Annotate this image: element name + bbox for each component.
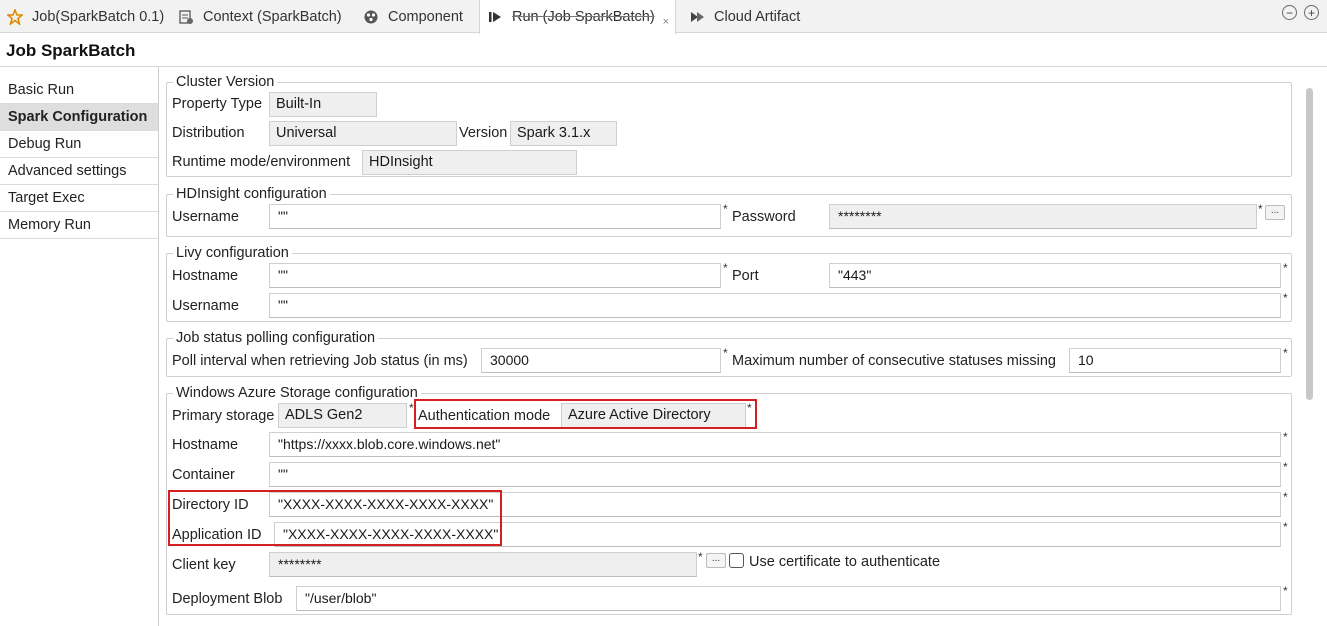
password-input[interactable]: ******** [829,204,1257,229]
tab-run[interactable]: Run (Job SparkBatch) × [479,0,676,34]
password-label: Password [732,209,796,225]
required-marker: * [1283,291,1288,305]
sidebar-item-spark-configuration[interactable]: Spark Configuration [0,104,158,131]
run-icon [486,8,504,26]
required-marker: * [409,401,414,415]
run-sidebar: Basic Run Spark Configuration Debug Run … [0,67,159,626]
deployment-blob-label: Deployment Blob [172,591,283,607]
group-legend: Livy configuration [176,245,289,261]
tab-cloud-artifact[interactable]: Cloud Artifact [682,0,822,33]
auth-mode-highlight [414,399,757,429]
component-icon [362,8,380,26]
required-marker: * [1283,430,1288,444]
port-label: Port [732,268,759,284]
required-marker: * [723,261,728,275]
property-type-select[interactable]: Built-In [269,92,377,117]
container-label: Container [172,467,235,483]
tab-label: Context (SparkBatch) [203,8,342,25]
livy-hostname-label: Hostname [172,268,239,284]
sidebar-item-target-exec[interactable]: Target Exec [0,185,158,212]
minimize-button[interactable]: − [1282,5,1297,20]
hdinsight-username-input[interactable]: "" [269,204,721,229]
required-marker: * [1283,490,1288,504]
livy-username-input[interactable]: "" [269,293,1281,318]
required-marker: * [723,202,728,216]
sidebar-item-advanced-settings[interactable]: Advanced settings [0,158,158,185]
context-icon [177,8,195,26]
hdinsight-username-label: Username [172,209,239,225]
max-missing-statuses-label: Maximum number of consecutive statuses m… [732,353,1056,369]
tab-label: Cloud Artifact [714,8,801,25]
deployment-blob-input[interactable]: "/user/blob" [296,586,1281,611]
group-legend: Cluster Version [176,74,275,90]
tab-label: Job(SparkBatch 0.1) [32,8,165,25]
page-title: Job SparkBatch [6,41,136,60]
required-marker: * [1283,261,1288,275]
client-key-edit-button[interactable]: ... [706,553,726,568]
use-certificate-label: Use certificate to authenticate [749,554,941,570]
client-key-input[interactable]: ******** [269,552,697,577]
distribution-label: Distribution [172,125,245,141]
runtime-select[interactable]: HDInsight [362,150,577,175]
required-marker: * [1258,202,1263,216]
max-missing-statuses-input[interactable]: 10 [1069,348,1281,373]
editor-tab-bar: Job(SparkBatch 0.1) Context (SparkBatch)… [0,0,1327,34]
livy-username-label: Username [172,298,239,314]
version-select[interactable]: Spark 3.1.x [510,121,617,146]
group-legend: Windows Azure Storage configuration [176,385,418,401]
required-marker: * [1283,520,1288,534]
group-legend: Job status polling configuration [176,330,376,346]
required-marker: * [698,550,703,564]
tab-label: Component [388,8,463,25]
version-label: Version [459,125,508,141]
sidebar-item-memory-run[interactable]: Memory Run [0,212,158,239]
poll-interval-input[interactable]: 30000 [481,348,721,373]
container-input[interactable]: "" [269,462,1281,487]
tab-label: Run (Job SparkBatch) [512,9,655,25]
property-type-label: Property Type [172,96,263,112]
required-marker: * [1283,584,1288,598]
port-input[interactable]: "443" [829,263,1281,288]
primary-storage-select[interactable]: ADLS Gen2 [278,403,407,428]
client-key-label: Client key [172,557,236,573]
use-certificate-checkbox[interactable] [729,553,744,568]
required-marker: * [1283,346,1288,360]
cloud-artifact-icon [688,8,706,26]
maximize-button[interactable]: + [1304,5,1319,20]
required-marker: * [723,346,728,360]
ids-highlight [168,490,502,546]
sidebar-item-basic-run[interactable]: Basic Run [0,77,158,104]
close-tab-icon[interactable]: × [663,16,669,28]
primary-storage-label: Primary storage [172,408,275,424]
poll-interval-label: Poll interval when retrieving Job status… [172,353,468,369]
group-legend: HDInsight configuration [176,186,327,202]
azure-hostname-label: Hostname [172,437,239,453]
view-title-bar: Job SparkBatch [0,34,1327,67]
required-marker: * [1283,460,1288,474]
scrollbar-thumb[interactable] [1306,88,1313,400]
job-star-icon [6,8,24,26]
password-edit-button[interactable]: ... [1265,205,1285,220]
distribution-select[interactable]: Universal [269,121,457,146]
sidebar-item-debug-run[interactable]: Debug Run [0,131,158,158]
tab-component[interactable]: Component [356,0,478,33]
tab-context[interactable]: Context (SparkBatch) [171,0,351,33]
azure-hostname-input[interactable]: "https://xxxx.blob.core.windows.net" [269,432,1281,457]
runtime-label: Runtime mode/environment [172,154,351,170]
livy-hostname-input[interactable]: "" [269,263,721,288]
tab-job[interactable]: Job(SparkBatch 0.1) [0,0,170,33]
